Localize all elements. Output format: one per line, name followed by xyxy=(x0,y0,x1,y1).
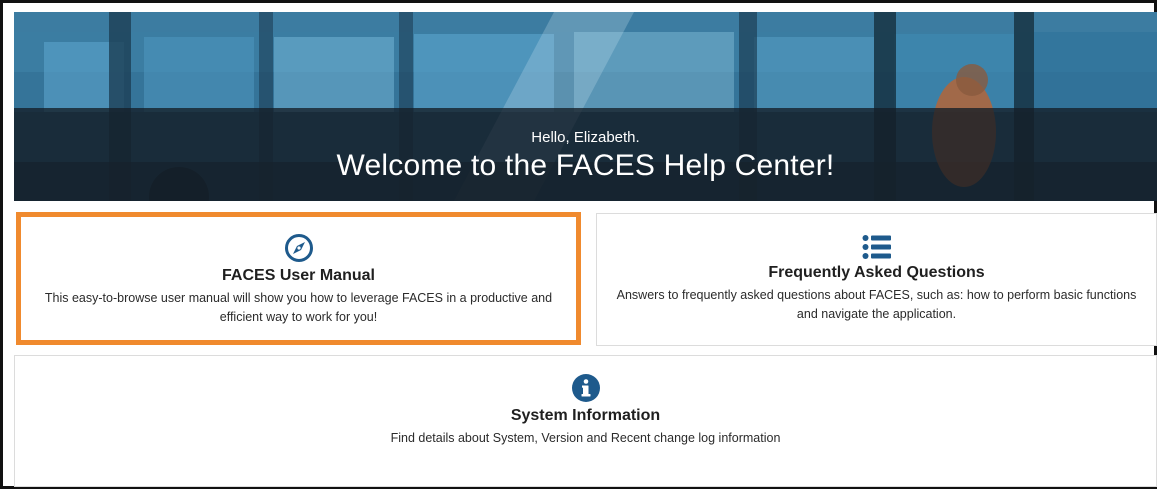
card-description: Answers to frequently asked questions ab… xyxy=(616,288,1137,321)
card-title: FACES User Manual xyxy=(222,267,375,284)
card-title: System Information xyxy=(510,407,661,424)
card-description: This easy-to-browse user manual will sho… xyxy=(44,291,553,324)
faq-card[interactable]: Frequently Asked Questions Answers to fr… xyxy=(596,213,1157,346)
info-icon xyxy=(571,374,600,402)
card-description: Find details about System, Version and R… xyxy=(390,431,781,445)
greeting-text: Hello, Elizabeth. xyxy=(531,129,640,146)
user-manual-card[interactable]: FACES User Manual This easy-to-browse us… xyxy=(16,212,581,345)
list-icon xyxy=(862,235,891,259)
hero-banner: Hello, Elizabeth. Welcome to the FACES H… xyxy=(14,12,1157,201)
page-frame: Hello, Elizabeth. Welcome to the FACES H… xyxy=(0,0,1157,489)
card-title: Frequently Asked Questions xyxy=(768,264,985,281)
welcome-heading: Welcome to the FACES Help Center! xyxy=(336,149,835,182)
compass-icon xyxy=(284,234,313,262)
system-information-card[interactable]: System Information Find details about Sy… xyxy=(14,355,1157,487)
